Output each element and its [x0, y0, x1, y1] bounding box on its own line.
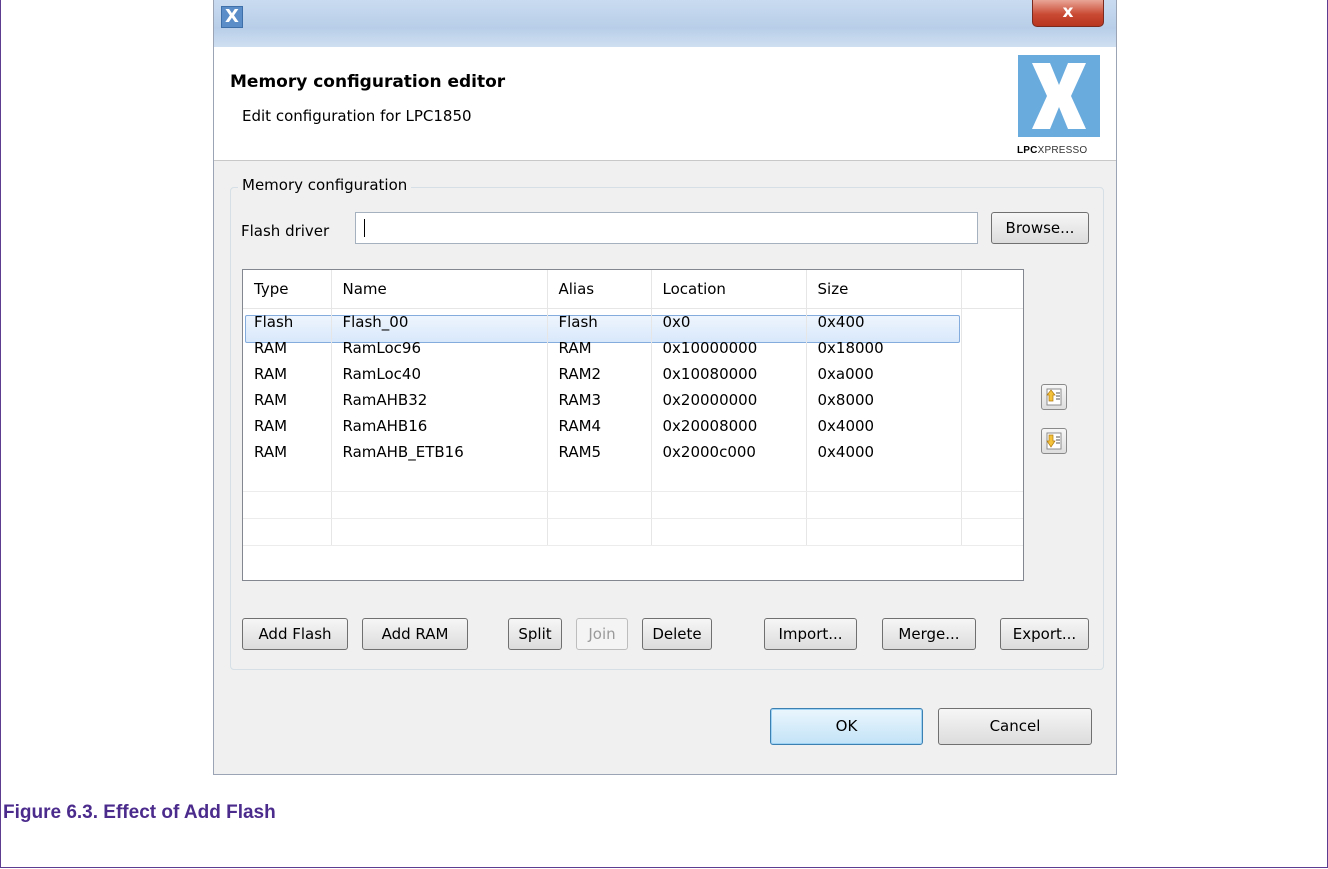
- cell-location[interactable]: 0x2000c000: [651, 439, 807, 465]
- lpcxpresso-app-icon: X: [221, 6, 243, 28]
- move-down-button[interactable]: [1041, 428, 1067, 454]
- cell-name[interactable]: RamLoc40: [331, 361, 548, 387]
- export-button[interactable]: Export...: [1000, 618, 1089, 650]
- table-header-row: Type Name Alias Location Size: [243, 270, 1023, 309]
- column-header-alias[interactable]: Alias: [547, 270, 652, 309]
- add-flash-button[interactable]: Add Flash: [242, 618, 348, 650]
- group-label: Memory configuration: [238, 176, 412, 194]
- cell-filler: [961, 439, 1023, 465]
- cell-size[interactable]: 0x18000: [806, 335, 962, 361]
- cell-type[interactable]: RAM: [243, 335, 332, 361]
- empty-row: [243, 491, 1023, 519]
- cell-type[interactable]: RAM: [243, 439, 332, 465]
- cell-name[interactable]: Flash_00: [331, 308, 548, 335]
- title-bar[interactable]: X x: [214, 0, 1116, 47]
- cell-alias[interactable]: Flash: [547, 308, 652, 335]
- arrow-up-icon: [1046, 388, 1062, 406]
- column-header-size[interactable]: Size: [806, 270, 962, 309]
- flash-driver-input[interactable]: [355, 212, 978, 244]
- cell-alias[interactable]: RAM2: [547, 361, 652, 387]
- cell-type[interactable]: RAM: [243, 413, 332, 439]
- cell-location[interactable]: 0x20008000: [651, 413, 807, 439]
- dialog-header: Memory configuration editor Edit configu…: [214, 47, 1116, 161]
- cell-filler: [961, 308, 1023, 335]
- cell-filler: [961, 335, 1023, 361]
- lpcxpresso-logo-icon: [1018, 55, 1100, 137]
- empty-row: [243, 465, 1023, 492]
- merge-button[interactable]: Merge...: [882, 618, 976, 650]
- cancel-button[interactable]: Cancel: [938, 708, 1092, 745]
- cell-filler: [961, 413, 1023, 439]
- dialog-title: Memory configuration editor: [230, 72, 506, 92]
- delete-button[interactable]: Delete: [642, 618, 712, 650]
- flash-driver-label: Flash driver: [241, 222, 330, 240]
- column-header-type[interactable]: Type: [243, 270, 332, 309]
- cell-size[interactable]: 0x4000: [806, 413, 962, 439]
- cell-location[interactable]: 0x0: [651, 308, 807, 335]
- cell-type[interactable]: RAM: [243, 361, 332, 387]
- cell-alias[interactable]: RAM5: [547, 439, 652, 465]
- join-button[interactable]: Join: [576, 618, 628, 650]
- column-header-filler: [961, 270, 1023, 309]
- cell-size[interactable]: 0x400: [806, 308, 962, 335]
- memory-table[interactable]: Type Name Alias Location Size Flash Flas…: [242, 269, 1024, 581]
- move-up-button[interactable]: [1041, 384, 1067, 410]
- cell-filler: [961, 387, 1023, 413]
- column-header-location[interactable]: Location: [651, 270, 807, 309]
- cell-type[interactable]: Flash: [243, 308, 332, 335]
- arrow-down-icon: [1046, 432, 1062, 450]
- memory-table-grid: Type Name Alias Location Size Flash Flas…: [243, 270, 1023, 546]
- table-row[interactable]: RAM RamAHB16 RAM4 0x20008000 0x4000: [243, 413, 1023, 439]
- cell-location[interactable]: 0x10000000: [651, 335, 807, 361]
- cell-name[interactable]: RamLoc96: [331, 335, 548, 361]
- cell-alias[interactable]: RAM: [547, 335, 652, 361]
- column-header-name[interactable]: Name: [331, 270, 548, 309]
- table-row[interactable]: Flash Flash_00 Flash 0x0 0x400: [243, 308, 1023, 335]
- ok-button[interactable]: OK: [770, 708, 923, 745]
- cell-size[interactable]: 0x4000: [806, 439, 962, 465]
- text-caret: [364, 219, 365, 237]
- split-button[interactable]: Split: [508, 618, 562, 650]
- empty-row: [243, 518, 1023, 546]
- figure-caption: Figure 6.3. Effect of Add Flash: [3, 802, 276, 823]
- cell-name[interactable]: RamAHB16: [331, 413, 548, 439]
- cell-size[interactable]: 0x8000: [806, 387, 962, 413]
- table-row[interactable]: RAM RamLoc96 RAM 0x10000000 0x18000: [243, 335, 1023, 361]
- cell-filler: [961, 361, 1023, 387]
- add-ram-button[interactable]: Add RAM: [362, 618, 468, 650]
- logo-wordmark: LPCXPRESSO: [1017, 145, 1088, 156]
- memory-config-dialog: X x Memory configuration editor Edit con…: [213, 0, 1117, 775]
- table-row[interactable]: RAM RamLoc40 RAM2 0x10080000 0xa000: [243, 361, 1023, 387]
- import-button[interactable]: Import...: [764, 618, 857, 650]
- table-row[interactable]: RAM RamAHB32 RAM3 0x20000000 0x8000: [243, 387, 1023, 413]
- cell-size[interactable]: 0xa000: [806, 361, 962, 387]
- browse-button[interactable]: Browse...: [991, 212, 1089, 244]
- cell-name[interactable]: RamAHB32: [331, 387, 548, 413]
- cell-location[interactable]: 0x10080000: [651, 361, 807, 387]
- cell-location[interactable]: 0x20000000: [651, 387, 807, 413]
- cell-name[interactable]: RamAHB_ETB16: [331, 439, 548, 465]
- close-button[interactable]: x: [1032, 0, 1104, 27]
- cell-type[interactable]: RAM: [243, 387, 332, 413]
- cell-alias[interactable]: RAM3: [547, 387, 652, 413]
- table-row[interactable]: RAM RamAHB_ETB16 RAM5 0x2000c000 0x4000: [243, 439, 1023, 465]
- cell-alias[interactable]: RAM4: [547, 413, 652, 439]
- dialog-subtitle: Edit configuration for LPC1850: [242, 107, 472, 125]
